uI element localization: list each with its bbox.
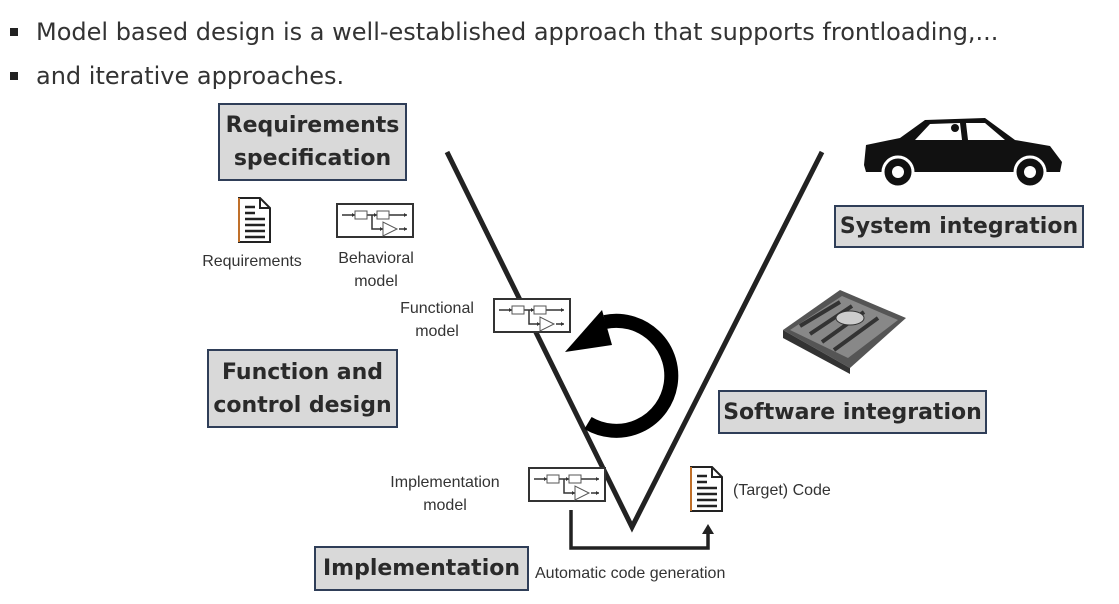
stage-system-integration: System integration	[834, 205, 1084, 248]
implementation-model-label: Implementation model	[390, 474, 500, 514]
car-icon	[864, 118, 1062, 189]
stage-label: Software integration	[723, 399, 982, 425]
stage-function-control-design: Function and control design	[207, 349, 398, 428]
block-diagram-icon	[493, 298, 571, 333]
document-icon	[237, 196, 272, 244]
stage-label: Requirements specification	[225, 113, 400, 171]
code-generation-arrow	[569, 510, 714, 550]
block-diagram-icon	[528, 467, 606, 502]
v-model-diagram	[237, 118, 1062, 550]
ecu-icon	[783, 290, 906, 374]
requirements-label: Requirements	[202, 253, 302, 270]
stage-software-integration: Software integration	[718, 390, 987, 434]
functional-model-label: Functional model	[400, 300, 474, 340]
block-diagram-icon	[336, 203, 414, 238]
cycle-arrow-icon	[565, 310, 679, 438]
automatic-code-generation-label: Automatic code generation	[535, 565, 726, 582]
behavioral-model-label: Behavioral model	[338, 250, 414, 290]
stage-requirements-specification: Requirements specification	[218, 103, 407, 181]
stage-label: System integration	[839, 214, 1079, 239]
target-code-label: (Target) Code	[733, 482, 831, 499]
stage-implementation: Implementation	[314, 546, 529, 591]
document-icon	[689, 465, 724, 513]
stage-label: Function and control design	[213, 359, 392, 418]
stage-label: Implementation	[322, 556, 521, 581]
